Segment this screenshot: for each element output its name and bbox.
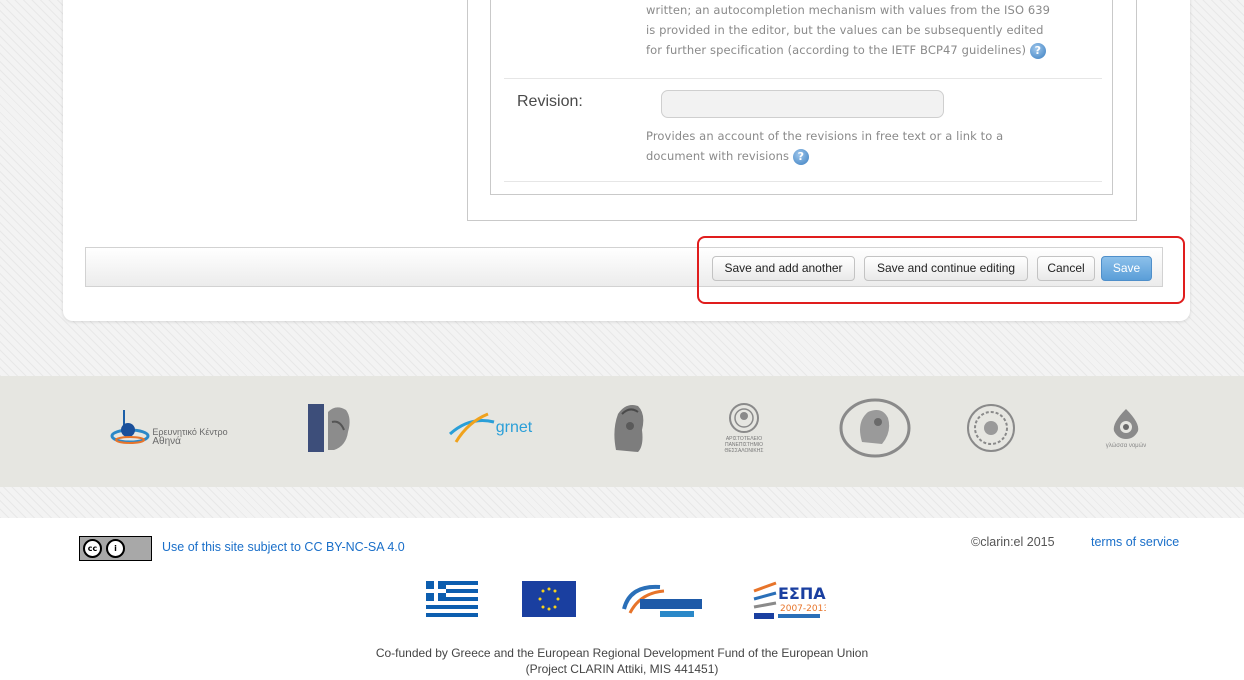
greek-flag-icon: [426, 581, 478, 617]
university-seal-icon: [967, 404, 1015, 452]
copyright-text: ©clarin:el 2015: [971, 535, 1055, 549]
dimokritos-logo[interactable]: [305, 398, 365, 458]
footer-separator: [0, 487, 1244, 518]
field-divider: [504, 78, 1102, 79]
ionian-university-logo[interactable]: [964, 398, 1018, 458]
coin-head-icon: [839, 398, 911, 458]
field-divider: [504, 181, 1102, 182]
auth-seal-icon: [729, 403, 759, 433]
athena-icon: [110, 410, 150, 444]
glossa-logo[interactable]: γλώσσα νομών: [1094, 398, 1158, 458]
terms-of-service-link[interactable]: terms of service: [1091, 535, 1179, 549]
creative-commons-icon: cc: [83, 539, 102, 558]
language-help-text: written; an autocompletion mechanism wit…: [646, 3, 1051, 59]
athens-university-logo[interactable]: [606, 398, 650, 458]
espa-logo-icon: ΕΣΠΑ 2007-2013: [753, 581, 826, 619]
crete-university-logo[interactable]: [838, 398, 912, 458]
competitiveness-programme-icon: [622, 584, 702, 617]
revision-label: Revision:: [517, 93, 583, 110]
dimokritos-icon: [308, 404, 350, 452]
svg-text:2007-2013: 2007-2013: [780, 604, 826, 614]
cc-license-badge[interactable]: cc i: [79, 536, 152, 561]
athena-logo[interactable]: Ερευνητικό Κέντρο Αθηνά: [97, 398, 237, 458]
athena-head-icon: [614, 405, 644, 452]
eu-flag-icon: [522, 581, 576, 617]
grnet-icon: [448, 412, 495, 443]
svg-text:ΕΣΠΑ: ΕΣΠΑ: [778, 584, 826, 603]
grnet-logo[interactable]: grnet: [440, 398, 540, 458]
highlight-annotation: [697, 236, 1185, 304]
drop-logo-icon: [1113, 409, 1139, 439]
question-circle-icon[interactable]: ?: [1029, 42, 1046, 59]
license-link[interactable]: Use of this site subject to CC BY-NC-SA …: [162, 540, 405, 554]
attribution-icon: i: [106, 539, 125, 558]
revision-input[interactable]: [661, 90, 944, 118]
cofund-notice: Co-funded by Greece and the European Reg…: [375, 646, 869, 676]
question-circle-icon[interactable]: ?: [792, 148, 809, 165]
auth-logo[interactable]: ΑΡΙΣΤΟΤΕΛΕΙΟ ΠΑΝΕΠΙΣΤΗΜΙΟ ΘΕΣΣΑΛΟΝΙΚΗΣ: [712, 398, 776, 458]
revision-help-text: Provides an account of the revisions in …: [646, 129, 1004, 165]
